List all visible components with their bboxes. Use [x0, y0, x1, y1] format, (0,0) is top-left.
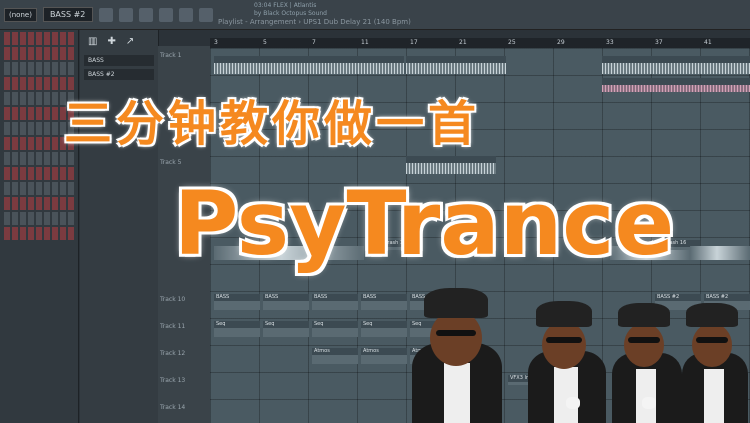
clip-label: BASS: [314, 294, 328, 300]
clip-label: Seq: [314, 321, 324, 327]
pattern-clip[interactable]: Seq: [263, 321, 309, 337]
track-label[interactable]: Track 1: [160, 52, 208, 59]
clip-label: BASS: [363, 294, 377, 300]
ruler-mark: 41: [704, 39, 712, 46]
plugin-icon[interactable]: [198, 7, 213, 22]
browser-item-bass[interactable]: BASS: [84, 55, 154, 66]
channel-row[interactable]: [4, 62, 74, 75]
browser-item-bass-2[interactable]: BASS #2: [84, 69, 154, 80]
clip-label: Seq: [265, 321, 275, 327]
audio-clip[interactable]: [602, 78, 750, 92]
clip-label: Atmos: [363, 348, 379, 354]
clip-label: Seq: [363, 321, 373, 327]
channel-row[interactable]: [4, 47, 74, 60]
pattern-clip[interactable]: Seq: [312, 321, 358, 337]
track-label[interactable]: Track 5: [160, 159, 208, 166]
pallbearer-1: [402, 284, 512, 423]
pallbearer-3: [606, 293, 686, 423]
channel-row[interactable]: [4, 182, 74, 195]
tool-icon[interactable]: ✚: [107, 36, 115, 47]
clip-label: BASS: [265, 294, 279, 300]
hint-line-1: 03:04 FLEX | Atlantis: [254, 2, 317, 9]
channel-row[interactable]: [4, 32, 74, 45]
browser-icon[interactable]: [178, 7, 193, 22]
pattern-clip[interactable]: BASS: [263, 294, 309, 310]
pallbearers-illustration: [392, 284, 750, 423]
clip-label: BASS: [216, 294, 230, 300]
ruler-mark: 17: [410, 39, 418, 46]
pattern-clip[interactable]: Seq: [214, 321, 260, 337]
channel-rack-icon[interactable]: [138, 7, 153, 22]
ruler-mark: 21: [459, 39, 467, 46]
hint-line-2: by Black Octopus Sound: [254, 10, 327, 17]
crash-clip[interactable]: [690, 246, 750, 260]
psytrance-overlay: PsyTrance: [173, 172, 675, 275]
arrow-icon[interactable]: ↗: [126, 36, 134, 47]
ruler-mark: 3: [214, 39, 218, 46]
ruler-mark: 33: [606, 39, 614, 46]
track-label[interactable]: Track 12: [160, 350, 208, 357]
audio-clip[interactable]: [214, 56, 404, 74]
ruler-mark: 25: [508, 39, 516, 46]
pattern-clip[interactable]: BASS: [214, 294, 260, 310]
audio-clip[interactable]: [602, 56, 750, 74]
hint-bar: 03:04 FLEX | Atlantis by Black Octopus S…: [254, 2, 327, 18]
pattern-clip[interactable]: BASS: [312, 294, 358, 310]
piano-roll-icon[interactable]: [118, 7, 133, 22]
ruler-mark: 7: [312, 39, 316, 46]
pattern-clip[interactable]: Atmos: [312, 348, 358, 364]
mixer-icon[interactable]: [158, 7, 173, 22]
track-label[interactable]: Track 10: [160, 296, 208, 303]
ruler-mark: 5: [263, 39, 267, 46]
browser-tools: ▥ ✚ ↗: [80, 30, 158, 52]
timeline-ruler[interactable]: 3 5 7 11 17 21 25 29 33 37 41: [210, 38, 750, 48]
track-label[interactable]: Track 14: [160, 404, 208, 411]
channel-row[interactable]: [4, 227, 74, 240]
channel-row[interactable]: [4, 197, 74, 210]
headline-overlay: 三分钟教你做一首: [64, 96, 481, 152]
ruler-mark: 37: [655, 39, 663, 46]
preset-selector[interactable]: (none): [4, 7, 37, 22]
clip-label: Seq: [216, 321, 226, 327]
playlist-icon[interactable]: [98, 7, 113, 22]
channel-row[interactable]: [4, 212, 74, 225]
audio-clip[interactable]: [406, 56, 506, 74]
pattern-selector[interactable]: BASS #2: [42, 7, 93, 22]
ruler-mark: 29: [557, 39, 565, 46]
clip-label: Atmos: [314, 348, 330, 354]
channel-row[interactable]: [4, 167, 74, 180]
pallbearer-2: [522, 293, 612, 423]
piano-icon[interactable]: ▥: [88, 36, 97, 47]
track-label[interactable]: Track 13: [160, 377, 208, 384]
playlist-title: Playlist - Arrangement › UPS1 Dub Delay …: [218, 18, 411, 26]
pallbearer-4: [678, 293, 750, 423]
ruler-mark: 11: [361, 39, 369, 46]
track-label[interactable]: Track 11: [160, 323, 208, 330]
